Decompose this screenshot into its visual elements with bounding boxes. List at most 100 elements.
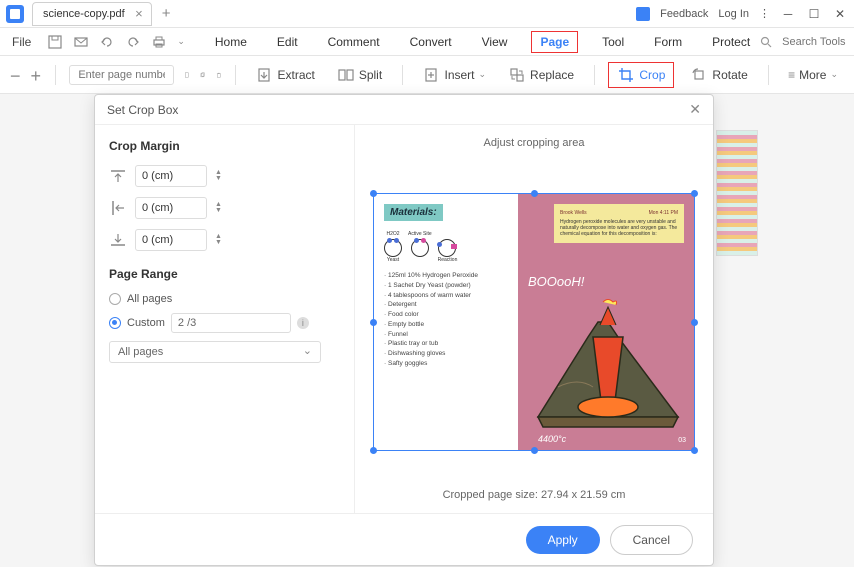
titlebar: science-copy.pdf × + Feedback Log In ⋮ ─… xyxy=(0,0,854,28)
kebab-icon[interactable]: ⋮ xyxy=(759,7,770,20)
zoom-in-icon[interactable]: + xyxy=(31,66,42,84)
tab-form[interactable]: Form xyxy=(648,31,688,53)
undo-icon[interactable] xyxy=(99,34,115,50)
dialog-close-button[interactable]: ✕ xyxy=(689,101,701,118)
tab-view[interactable]: View xyxy=(476,31,514,53)
close-tab-icon[interactable]: × xyxy=(135,6,143,21)
materials-list: 125ml 10% Hydrogen Peroxide 1 Sachet Dry… xyxy=(384,271,508,369)
all-pages-radio[interactable] xyxy=(109,293,121,305)
replace-button[interactable]: Replace xyxy=(502,62,580,88)
replace-icon xyxy=(508,66,526,84)
pages-filter-select[interactable]: All pages xyxy=(109,341,321,363)
workspace: Set Crop Box ✕ Crop Margin ▲▼ ▲▼ xyxy=(0,94,854,567)
cancel-button[interactable]: Cancel xyxy=(610,525,693,555)
margin-left-row: ▲▼ xyxy=(109,197,340,219)
crop-handle-bm[interactable] xyxy=(531,447,538,454)
app-icon xyxy=(6,5,24,23)
tab-page[interactable]: Page xyxy=(531,31,578,53)
delete-page-icon[interactable] xyxy=(216,66,222,84)
new-tab-button[interactable]: + xyxy=(162,5,171,22)
materials-header: Materials: xyxy=(384,204,443,221)
split-icon xyxy=(337,66,355,84)
page-toolbar: − + Extract Split Insert ⌄ Replace Crop … xyxy=(0,56,854,94)
print-icon[interactable] xyxy=(151,34,167,50)
close-window-button[interactable]: ✕ xyxy=(832,6,848,22)
page-thumbnail[interactable] xyxy=(716,130,758,256)
crop-handle-lm[interactable] xyxy=(370,319,377,326)
margin-top-icon xyxy=(109,167,127,185)
custom-range-input[interactable] xyxy=(171,313,291,333)
margin-left-spinner[interactable]: ▲▼ xyxy=(215,202,222,214)
crop-dialog: Set Crop Box ✕ Crop Margin ▲▼ ▲▼ xyxy=(94,94,714,566)
crop-icon xyxy=(617,66,635,84)
insert-button[interactable]: Insert ⌄ xyxy=(416,62,492,88)
extract-label: Extract xyxy=(277,68,314,82)
crop-handle-tr[interactable] xyxy=(691,190,698,197)
apply-button[interactable]: Apply xyxy=(526,526,600,554)
tab-home[interactable]: Home xyxy=(209,31,253,53)
document-tab[interactable]: science-copy.pdf × xyxy=(32,2,152,26)
boo-text: BOOooH! xyxy=(528,274,584,289)
tab-protect[interactable]: Protect xyxy=(706,31,756,53)
more-label: More xyxy=(799,68,826,82)
crop-handle-br[interactable] xyxy=(691,447,698,454)
margin-top-row: ▲▼ xyxy=(109,165,340,187)
margin-bottom-spinner[interactable]: ▲▼ xyxy=(215,234,222,246)
more-chevron-icon: ⌄ xyxy=(830,69,838,80)
login-link[interactable]: Log In xyxy=(718,8,749,20)
margin-bottom-input[interactable] xyxy=(135,229,207,251)
duplicate-page-icon[interactable] xyxy=(200,66,206,84)
feedback-icon xyxy=(636,7,650,21)
zoom-out-icon[interactable]: − xyxy=(10,66,21,84)
rotate-label: Rotate xyxy=(712,68,747,82)
margin-bottom-icon xyxy=(109,231,127,249)
tab-edit[interactable]: Edit xyxy=(271,31,304,53)
page-number-input[interactable] xyxy=(69,65,174,85)
temperature-label: 4400°c xyxy=(538,434,566,444)
custom-label: Custom xyxy=(127,317,165,329)
rotate-button[interactable]: Rotate xyxy=(684,62,753,88)
tab-tool[interactable]: Tool xyxy=(596,31,630,53)
redo-icon[interactable] xyxy=(125,34,141,50)
chemistry-diagram: H2O2Yeast Active Site Reaction xyxy=(384,231,508,263)
insert-label: Insert xyxy=(444,68,474,82)
tab-comment[interactable]: Comment xyxy=(322,31,386,53)
crop-handle-tm[interactable] xyxy=(531,190,538,197)
page-number: 03 xyxy=(678,437,686,444)
feedback-link[interactable]: Feedback xyxy=(660,8,708,20)
extract-icon xyxy=(255,66,273,84)
tab-name: science-copy.pdf xyxy=(43,8,125,20)
crop-button[interactable]: Crop xyxy=(608,62,674,88)
more-button[interactable]: ≡ More ⌄ xyxy=(782,64,844,86)
dialog-header: Set Crop Box ✕ xyxy=(95,95,713,125)
quick-tools-chevron-icon[interactable]: ⌄ xyxy=(177,36,185,47)
crop-handle-tl[interactable] xyxy=(370,190,377,197)
blank-page-icon[interactable] xyxy=(184,66,190,84)
maximize-button[interactable]: ☐ xyxy=(806,6,822,22)
search-tools-input[interactable] xyxy=(782,36,854,48)
crop-frame[interactable]: Materials: H2O2Yeast Active Site Reactio… xyxy=(373,193,695,451)
extract-button[interactable]: Extract xyxy=(249,62,320,88)
dialog-footer: Apply Cancel xyxy=(95,513,713,565)
save-icon[interactable] xyxy=(47,34,63,50)
pages-filter-value: All pages xyxy=(118,346,163,358)
mail-icon[interactable] xyxy=(73,34,89,50)
margin-top-spinner[interactable]: ▲▼ xyxy=(215,170,222,182)
all-pages-radio-row[interactable]: All pages xyxy=(109,293,340,305)
preview-area: Materials: H2O2Yeast Active Site Reactio… xyxy=(367,163,701,481)
crop-handle-rm[interactable] xyxy=(691,319,698,326)
file-menu[interactable]: File xyxy=(6,33,37,51)
margin-top-input[interactable] xyxy=(135,165,207,187)
custom-radio-row[interactable]: Custom i xyxy=(109,313,340,333)
margin-left-input[interactable] xyxy=(135,197,207,219)
page-range-heading: Page Range xyxy=(109,267,340,281)
info-icon[interactable]: i xyxy=(297,317,309,329)
sticky-note: Brook WellsMon 4:11 PM Hydrogen peroxide… xyxy=(554,204,684,243)
custom-radio[interactable] xyxy=(109,317,121,329)
split-button[interactable]: Split xyxy=(331,62,388,88)
rotate-icon xyxy=(690,66,708,84)
tab-convert[interactable]: Convert xyxy=(404,31,458,53)
thumbnail-preview xyxy=(717,131,757,255)
crop-handle-bl[interactable] xyxy=(370,447,377,454)
minimize-button[interactable]: ─ xyxy=(780,6,796,22)
